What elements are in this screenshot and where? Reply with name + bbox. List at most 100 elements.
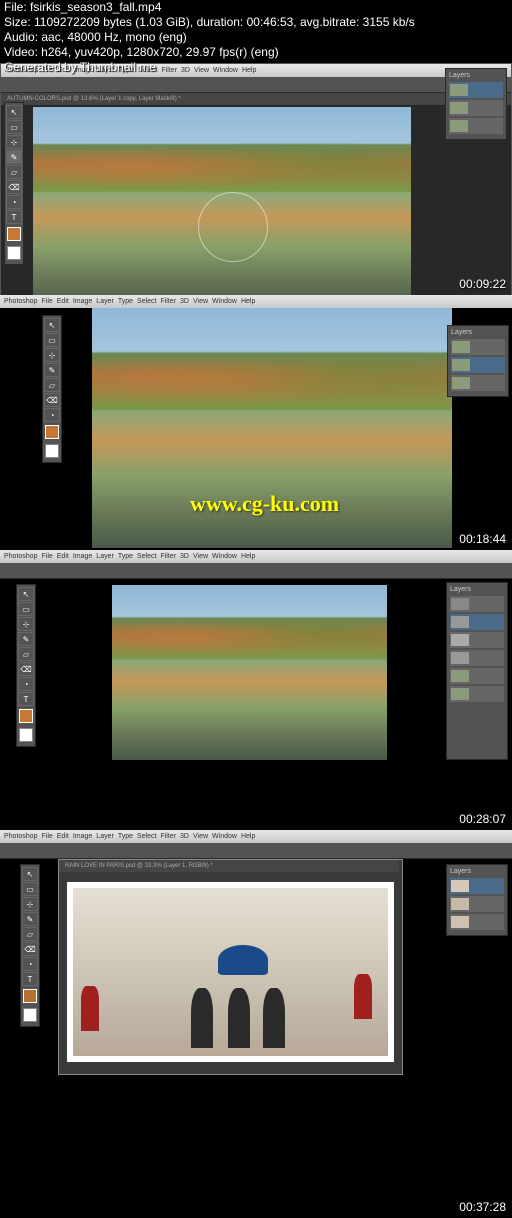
layer-row[interactable] <box>449 100 503 116</box>
background-color[interactable] <box>19 728 33 742</box>
gradient-tool[interactable]: ◔ <box>44 408 60 422</box>
layers-panel[interactable]: Layers <box>446 864 508 936</box>
layers-panel[interactable]: Layers <box>445 68 507 140</box>
lasso-tool[interactable]: ⊹ <box>6 135 22 149</box>
menu-view[interactable]: View <box>193 833 208 840</box>
lasso-tool[interactable]: ⊹ <box>18 617 34 631</box>
options-bar[interactable] <box>1 77 511 93</box>
menu-window[interactable]: Window <box>212 553 237 560</box>
layer-row[interactable] <box>450 914 504 930</box>
menu-image[interactable]: Image <box>73 553 92 560</box>
brush-tool[interactable]: ✎ <box>22 912 38 926</box>
tool-palette[interactable]: ↖ ▭ ⊹ ✎ ▱ ⌫ ◔ <box>42 315 62 463</box>
menubar[interactable]: Photoshop File Edit Image Layer Type Sel… <box>0 550 512 563</box>
layer-row[interactable] <box>451 375 505 391</box>
canvas-area[interactable] <box>1 105 511 311</box>
background-color[interactable] <box>45 444 59 458</box>
menu-file[interactable]: File <box>41 553 52 560</box>
move-tool[interactable]: ↖ <box>6 105 22 119</box>
marquee-tool[interactable]: ▭ <box>6 120 22 134</box>
marquee-tool[interactable]: ▭ <box>44 333 60 347</box>
layer-row[interactable] <box>450 614 504 630</box>
crop-tool[interactable]: ▱ <box>18 647 34 661</box>
menu-help[interactable]: Help <box>241 833 255 840</box>
marquee-tool[interactable]: ▭ <box>18 602 34 616</box>
layer-row[interactable] <box>450 686 504 702</box>
type-tool[interactable]: T <box>6 210 22 224</box>
eraser-tool[interactable]: ⌫ <box>6 180 22 194</box>
menu-layer[interactable]: Layer <box>96 553 114 560</box>
menu-help[interactable]: Help <box>241 298 255 305</box>
foreground-color[interactable] <box>19 709 33 723</box>
foreground-color[interactable] <box>7 227 21 241</box>
menu-edit[interactable]: Edit <box>57 833 69 840</box>
menu-3d[interactable]: 3D <box>180 553 189 560</box>
menu-3d[interactable]: 3D <box>180 298 189 305</box>
layer-row[interactable] <box>450 878 504 894</box>
layer-row[interactable] <box>450 650 504 666</box>
layer-row[interactable] <box>450 668 504 684</box>
menu-photoshop[interactable]: Photoshop <box>4 298 37 305</box>
menu-file[interactable]: File <box>41 833 52 840</box>
menu-view[interactable]: View <box>193 298 208 305</box>
menu-type[interactable]: Type <box>118 553 133 560</box>
marquee-tool[interactable]: ▭ <box>22 882 38 896</box>
eraser-tool[interactable]: ⌫ <box>44 393 60 407</box>
menu-layer[interactable]: Layer <box>96 833 114 840</box>
lasso-tool[interactable]: ⊹ <box>44 348 60 362</box>
menu-photoshop[interactable]: Photoshop <box>4 553 37 560</box>
eraser-tool[interactable]: ⌫ <box>18 662 34 676</box>
tool-palette[interactable]: ↖ ▭ ⊹ ✎ ▱ ⌫ ◔ T <box>4 102 24 265</box>
brush-tool[interactable]: ✎ <box>6 150 22 164</box>
menu-edit[interactable]: Edit <box>57 298 69 305</box>
options-bar[interactable] <box>0 843 512 859</box>
crop-tool[interactable]: ▱ <box>44 378 60 392</box>
menu-window[interactable]: Window <box>212 833 237 840</box>
background-color[interactable] <box>23 1008 37 1022</box>
menu-3d[interactable]: 3D <box>180 833 189 840</box>
menubar[interactable]: Photoshop File Edit Image Layer Type Sel… <box>0 295 512 308</box>
menu-select[interactable]: Select <box>137 833 156 840</box>
menu-photoshop[interactable]: Photoshop <box>4 833 37 840</box>
options-bar[interactable] <box>0 563 512 579</box>
move-tool[interactable]: ↖ <box>22 867 38 881</box>
move-tool[interactable]: ↖ <box>18 587 34 601</box>
menu-image[interactable]: Image <box>73 833 92 840</box>
layer-row[interactable] <box>451 339 505 355</box>
menu-help[interactable]: Help <box>241 553 255 560</box>
menu-select[interactable]: Select <box>137 298 156 305</box>
lasso-tool[interactable]: ⊹ <box>22 897 38 911</box>
layer-row[interactable] <box>449 118 503 134</box>
menu-edit[interactable]: Edit <box>57 553 69 560</box>
foreground-color[interactable] <box>45 425 59 439</box>
type-tool[interactable]: T <box>22 972 38 986</box>
menu-type[interactable]: Type <box>118 298 133 305</box>
menu-filter[interactable]: Filter <box>160 553 176 560</box>
menu-select[interactable]: Select <box>137 553 156 560</box>
gradient-tool[interactable]: ◔ <box>22 957 38 971</box>
menu-filter[interactable]: Filter <box>160 298 176 305</box>
document-canvas[interactable] <box>67 882 394 1062</box>
layers-panel[interactable]: Layers <box>446 582 508 760</box>
foreground-color[interactable] <box>23 989 37 1003</box>
document-image[interactable] <box>112 585 387 760</box>
menu-view[interactable]: View <box>193 553 208 560</box>
brush-tool[interactable]: ✎ <box>18 632 34 646</box>
menu-window[interactable]: Window <box>212 298 237 305</box>
type-tool[interactable]: T <box>18 692 34 706</box>
menu-image[interactable]: Image <box>73 298 92 305</box>
menu-file[interactable]: File <box>41 298 52 305</box>
document-image[interactable] <box>33 107 411 307</box>
gradient-tool[interactable]: ◔ <box>18 677 34 691</box>
layer-row[interactable] <box>450 596 504 612</box>
document-window[interactable]: RAIN LOVE IN PARIS.psd @ 33.3% (Layer 1,… <box>58 859 403 1075</box>
document-tab[interactable]: RAIN LOVE IN PARIS.psd @ 33.3% (Layer 1,… <box>59 860 399 872</box>
brush-tool[interactable]: ✎ <box>44 363 60 377</box>
menu-type[interactable]: Type <box>118 833 133 840</box>
eraser-tool[interactable]: ⌫ <box>22 942 38 956</box>
layer-row[interactable] <box>451 357 505 373</box>
gradient-tool[interactable]: ◔ <box>6 195 22 209</box>
document-tab[interactable]: AUTUMN-COLORS.psd @ 13.6% (Layer 1 copy,… <box>1 93 511 105</box>
background-color[interactable] <box>7 246 21 260</box>
menu-filter[interactable]: Filter <box>160 833 176 840</box>
